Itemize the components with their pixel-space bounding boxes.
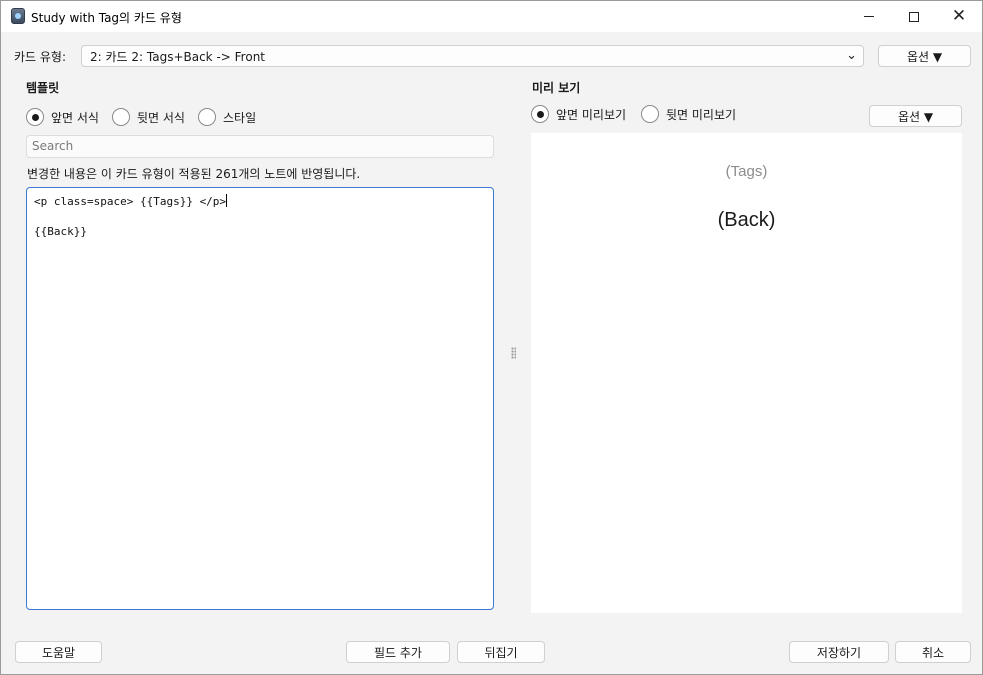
card-preview: (Tags) (Back)	[531, 133, 962, 613]
minimize-button[interactable]	[846, 1, 892, 32]
card-types-window: Study with Tag의 카드 유형 ✕ 카드 유형: 2: 카드 2: …	[0, 0, 983, 675]
affected-notes-notice: 변경한 내용은 이 카드 유형이 적용된 261개의 노트에 반영됩니다.	[27, 167, 361, 181]
close-button[interactable]: ✕	[936, 1, 982, 32]
save-button[interactable]: 저장하기	[789, 641, 889, 663]
radio-indicator	[198, 108, 216, 126]
radio-back-preview[interactable]: 뒷면 미리보기	[641, 105, 736, 123]
card-type-select[interactable]: 2: 카드 2: Tags+Back -> Front ⌄	[81, 45, 864, 67]
card-type-options-button[interactable]: 옵션 ▼	[878, 45, 971, 67]
search-placeholder: Search	[32, 139, 74, 153]
radio-front-preview[interactable]: 앞면 미리보기	[531, 105, 626, 123]
radio-label: 앞면 서식	[51, 110, 99, 125]
cancel-button[interactable]: 취소	[895, 641, 971, 663]
help-button[interactable]: 도움말	[15, 641, 102, 663]
preview-options-button[interactable]: 옵션 ▼	[869, 105, 962, 127]
minimize-icon	[864, 16, 874, 17]
preview-tags-text: (Tags)	[725, 163, 768, 180]
radio-indicator	[112, 108, 130, 126]
card-type-value: 2: 카드 2: Tags+Back -> Front	[90, 50, 265, 64]
maximize-icon	[909, 11, 919, 22]
text-caret	[226, 194, 228, 207]
maximize-button[interactable]	[891, 1, 937, 32]
chevron-down-icon: ⌄	[846, 48, 857, 63]
add-field-button[interactable]: 필드 추가	[346, 641, 450, 663]
preview-back-text: (Back)	[717, 209, 776, 231]
radio-label: 앞면 미리보기	[556, 107, 627, 122]
radio-indicator	[641, 105, 659, 123]
radio-label: 스타일	[223, 110, 257, 125]
title-bar: Study with Tag의 카드 유형 ✕	[1, 1, 982, 32]
close-icon: ✕	[951, 6, 967, 26]
radio-back-template[interactable]: 뒷면 서식	[112, 108, 185, 126]
flip-button[interactable]: 뒤집기	[457, 641, 545, 663]
preview-heading: 미리 보기	[532, 81, 581, 95]
editor-line: <p class=space> {{Tags}} </p>	[34, 194, 228, 208]
splitter-handle[interactable]	[511, 347, 516, 359]
window-title: Study with Tag의 카드 유형	[31, 11, 182, 25]
template-editor[interactable]: <p class=space> {{Tags}} </p> {{Back}}	[26, 187, 494, 610]
search-input[interactable]: Search	[26, 135, 494, 158]
radio-styling[interactable]: 스타일	[198, 108, 256, 126]
card-type-label: 카드 유형:	[14, 50, 67, 64]
radio-indicator-selected	[531, 105, 549, 123]
radio-indicator-selected	[26, 108, 44, 126]
radio-label: 뒷면 서식	[137, 110, 185, 125]
radio-label: 뒷면 미리보기	[666, 107, 737, 122]
anki-app-icon	[11, 8, 25, 24]
editor-line: {{Back}}	[34, 225, 87, 238]
template-heading: 템플릿	[26, 81, 60, 95]
radio-front-template[interactable]: 앞면 서식	[26, 108, 99, 126]
